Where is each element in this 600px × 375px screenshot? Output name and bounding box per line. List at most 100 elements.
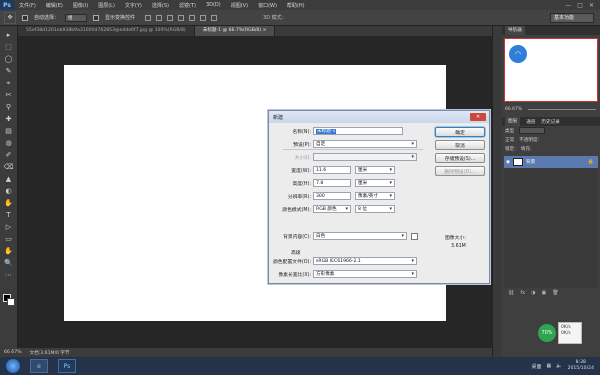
eye-icon[interactable]: ◉	[506, 160, 510, 165]
navigator-zoom-slider[interactable]	[528, 108, 596, 110]
pen-tool-icon[interactable]: ✋	[3, 198, 15, 208]
close-icon[interactable]: ✕	[589, 2, 594, 9]
menu-window[interactable]: 窗口(W)	[253, 2, 282, 9]
distribute-icon[interactable]	[211, 14, 218, 21]
kind-filter[interactable]	[519, 127, 546, 134]
align-left-icon[interactable]	[178, 14, 185, 21]
dialog-titlebar[interactable]: 新建 ✕	[269, 111, 489, 123]
cancel-button[interactable]: 取消	[435, 140, 485, 150]
menu-edit[interactable]: 编辑(E)	[41, 2, 68, 9]
menu-help[interactable]: 帮助(H)	[282, 2, 310, 9]
move-tool-icon[interactable]: ▸	[3, 30, 15, 40]
menu-view[interactable]: 视图(V)	[226, 2, 253, 9]
desktop-label[interactable]: 桌面	[532, 363, 542, 370]
align-top-icon[interactable]	[145, 14, 152, 21]
slice-tool-icon[interactable]: ✂	[3, 90, 15, 100]
auto-select-checkbox[interactable]	[22, 14, 28, 21]
hand-tool-icon[interactable]: ✋	[3, 246, 15, 256]
volume-icon[interactable]: 🔈	[556, 363, 562, 369]
eraser-tool-icon[interactable]: ⌫	[3, 162, 15, 172]
tab-layers[interactable]: 图层	[505, 117, 521, 126]
bg-color-swatch[interactable]	[411, 233, 418, 240]
background-color-swatch[interactable]	[7, 298, 15, 306]
menu-filter[interactable]: 滤镜(T)	[174, 2, 201, 9]
zoom-readout[interactable]: 66.67%	[4, 350, 22, 355]
align-center-icon[interactable]	[189, 14, 196, 21]
height-unit-dropdown[interactable]: 厘米	[355, 179, 395, 187]
fill-label: 填充:	[520, 146, 532, 152]
stamp-tool-icon[interactable]: ◍	[3, 138, 15, 148]
profile-dropdown[interactable]: sRGB IEC61966-2.1	[313, 257, 417, 265]
tab-navigator[interactable]: 导航器	[505, 26, 525, 35]
align-right-icon[interactable]	[200, 14, 207, 21]
align-middle-icon[interactable]	[156, 14, 163, 21]
ok-button[interactable]: 确定	[435, 127, 485, 137]
blend-mode[interactable]: 正常	[505, 137, 514, 143]
healing-tool-icon[interactable]: ✚	[3, 114, 15, 124]
doc-tab-jpg[interactable]: 55ef38d1201eb938b9a31000d762853@e4de6f7.…	[18, 26, 195, 36]
name-field[interactable]: 未标题-1	[313, 127, 403, 135]
menu-type[interactable]: 文字(Y)	[120, 2, 147, 9]
bg-dropdown[interactable]: 白色	[313, 232, 407, 240]
new-layer-icon[interactable]: ▣	[541, 290, 546, 296]
tab-history[interactable]: 历史记录	[541, 119, 559, 125]
marquee-tool-icon[interactable]: ⬚	[3, 42, 15, 52]
start-button[interactable]	[6, 359, 20, 373]
zoom-tool-icon[interactable]: 🔍	[3, 258, 15, 268]
resolution-unit-dropdown[interactable]: 像素/英寸	[355, 192, 395, 200]
dodge-tool-icon[interactable]: ◐	[3, 186, 15, 196]
crop-tool-icon[interactable]: ⌖	[3, 78, 15, 88]
lasso-tool-icon[interactable]: ◯	[3, 54, 15, 64]
bitdepth-dropdown[interactable]: 8 位	[355, 205, 395, 213]
path-select-tool-icon[interactable]: ▷	[3, 222, 15, 232]
eyedropper-tool-icon[interactable]: ⚲	[3, 102, 15, 112]
tab-channels[interactable]: 通道	[526, 119, 535, 125]
network-icon[interactable]: ▦	[547, 363, 552, 369]
history-brush-tool-icon[interactable]: ✐	[3, 150, 15, 160]
shape-tool-icon[interactable]: ▭	[3, 234, 15, 244]
save-preset-button[interactable]: 存储预设(S)...	[435, 153, 485, 163]
fx-icon[interactable]: fx	[520, 290, 525, 296]
move-tool-icon[interactable]: ✥	[4, 11, 16, 24]
menu-file[interactable]: 文件(F)	[14, 2, 41, 9]
resolution-field[interactable]: 300	[313, 192, 351, 200]
preset-dropdown[interactable]: 自定	[313, 140, 417, 148]
width-field[interactable]: 11.6	[313, 166, 351, 174]
menu-3d[interactable]: 3D(D)	[201, 2, 226, 8]
type-tool-icon[interactable]: T	[3, 210, 15, 220]
clock[interactable]: 8:38 2015/10/24	[568, 360, 594, 372]
bg-row: 背景内容(C): 白色	[269, 232, 407, 240]
navigator-preview[interactable]: ◠	[504, 38, 598, 102]
link-icon[interactable]: ⛓	[508, 290, 514, 296]
network-speed-widget[interactable]: 70% 0K/s 0K/s	[538, 322, 584, 346]
show-transform-checkbox[interactable]	[93, 14, 100, 21]
taskbar-browser-icon[interactable]: e	[30, 359, 48, 373]
colormode-dropdown[interactable]: RGB 颜色	[313, 205, 351, 213]
more-tools-icon[interactable]: ⋯	[3, 270, 15, 280]
dialog-close-icon[interactable]: ✕	[470, 113, 486, 121]
width-unit-dropdown[interactable]: 厘米	[355, 166, 395, 174]
navigator-zoom-value[interactable]: 66.67%	[505, 107, 522, 112]
brush-tool-icon[interactable]: ▤	[3, 126, 15, 136]
maximize-icon[interactable]: □	[577, 2, 583, 9]
align-bottom-icon[interactable]	[167, 14, 174, 21]
quick-select-tool-icon[interactable]: ✎	[3, 66, 15, 76]
layer-row-background[interactable]: ◉ 背景 🔒	[504, 156, 598, 168]
menu-select[interactable]: 选择(S)	[147, 2, 174, 9]
doc-info: 文档:3.61M/0 字节	[29, 350, 70, 356]
height-field[interactable]: 7.8	[313, 179, 351, 187]
auto-select-dropdown[interactable]: 组	[65, 13, 88, 22]
layer-name: 背景	[526, 160, 536, 165]
trash-icon[interactable]: 🗑	[552, 290, 558, 296]
minimize-icon[interactable]: —	[565, 2, 571, 9]
bg-label: 背景内容(C):	[283, 234, 311, 240]
menu-layer[interactable]: 图层(L)	[93, 2, 120, 9]
pixel-aspect-dropdown[interactable]: 方形像素	[313, 270, 417, 278]
taskbar-photoshop-icon[interactable]: Ps	[58, 359, 76, 373]
doc-tab-untitled[interactable]: 未标题-1 @ 66.7%(RGB/8) ×	[194, 26, 276, 36]
menu-image[interactable]: 图像(I)	[68, 2, 93, 9]
gradient-tool-icon[interactable]: ▲	[3, 174, 15, 184]
advanced-toggle[interactable]: 高级	[291, 249, 301, 256]
mask-icon[interactable]: ◑	[531, 290, 535, 296]
workspace-dropdown[interactable]: 基本功能	[550, 13, 594, 23]
